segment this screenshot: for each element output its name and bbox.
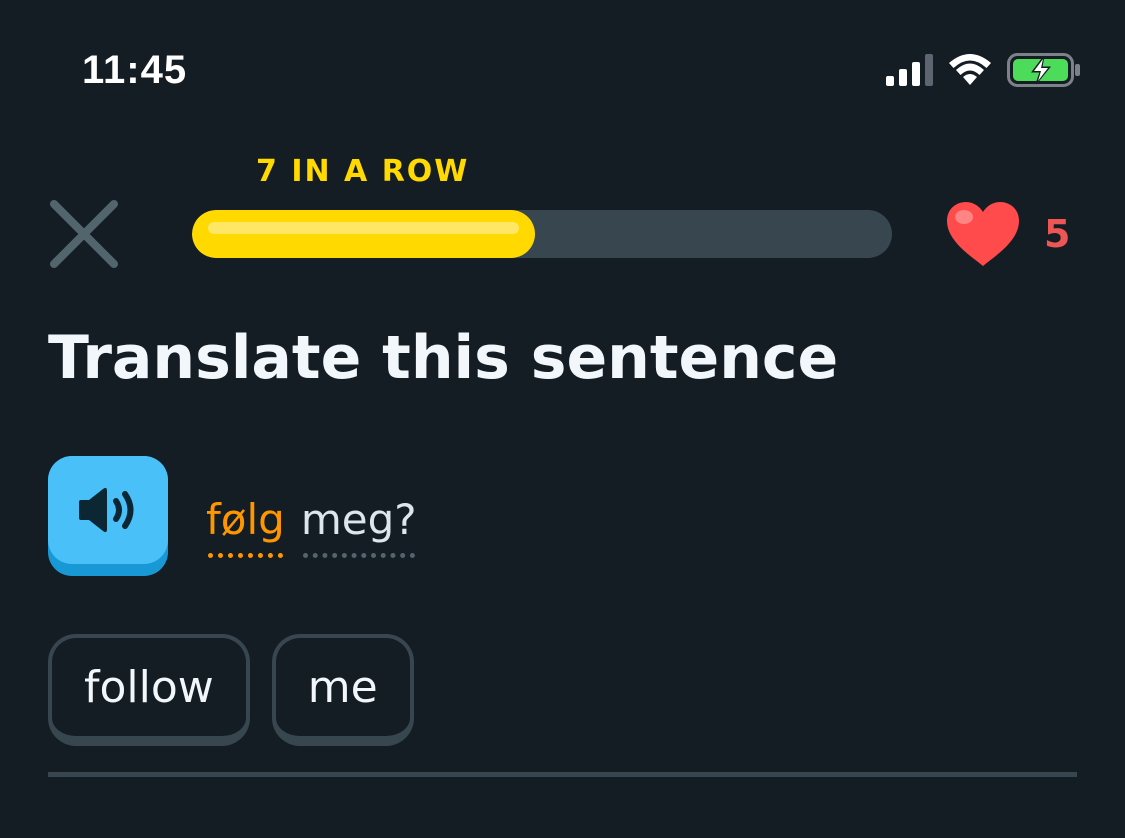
answer-chip-me[interactable]: me (271, 634, 414, 746)
answer-area: follow me (48, 634, 414, 746)
answer-chip-follow[interactable]: follow (48, 634, 250, 746)
lesson-progress-fill (192, 210, 535, 258)
status-time: 11:45 (82, 48, 188, 92)
word-text: følg (206, 495, 285, 544)
status-icons (886, 50, 1081, 90)
word-underline (208, 553, 283, 558)
streak-label: 7 IN A ROW (256, 154, 470, 189)
cellular-signal-icon (886, 54, 933, 86)
close-icon (50, 200, 118, 268)
hearts-indicator: 5 (944, 200, 1070, 268)
wifi-icon (949, 54, 991, 85)
sentence-word[interactable]: meg? (300, 492, 417, 558)
answer-line (48, 772, 1077, 777)
speaker-icon (79, 487, 134, 533)
heart-icon (947, 202, 1019, 266)
battery-charging-icon (1007, 53, 1080, 87)
hearts-count: 5 (1044, 212, 1071, 256)
progress-shine (208, 222, 519, 234)
source-sentence: følg meg? (206, 492, 417, 558)
word-text: meg? (300, 495, 417, 544)
play-audio-button[interactable] (48, 456, 168, 576)
exercise-prompt: Translate this sentence (48, 323, 839, 393)
sentence-word[interactable]: følg (206, 492, 285, 558)
close-button[interactable] (46, 196, 122, 272)
lesson-progress-bar (192, 210, 892, 258)
word-underline (302, 553, 415, 558)
